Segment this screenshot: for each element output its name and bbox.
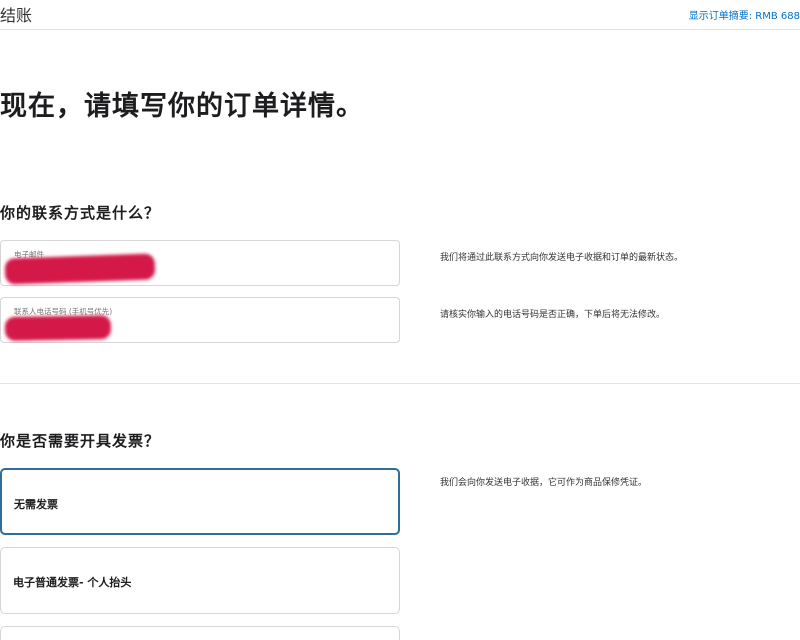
order-summary-link[interactable]: 显示订单摘要: RMB 688 (689, 7, 800, 22)
top-bar: 结账 显示订单摘要: RMB 688 (0, 0, 800, 30)
page-headline: 现在，请填写你的订单详情。 (0, 91, 364, 122)
phone-redaction (4, 315, 112, 341)
email-field[interactable]: 电子邮件 (0, 240, 400, 286)
contact-section-title: 你的联系方式是什么？ (0, 204, 161, 222)
phone-hint: 请核实你输入的电话号码是否正确，下单后将无法修改。 (440, 310, 666, 320)
invoice-section-title: 你是否需要开具发票？ (0, 432, 161, 450)
invoice-option-label: 电子普通发票- 个人抬头 (13, 576, 132, 589)
section-divider (0, 383, 800, 384)
checkout-title: 结账 (0, 6, 33, 25)
invoice-option-more[interactable] (0, 626, 400, 640)
phone-field[interactable]: 联系人电话号码 (手机号优先) (0, 297, 400, 343)
invoice-hint: 我们会向你发送电子收据，它可作为商品保修凭证。 (440, 478, 648, 488)
email-hint: 我们将通过此联系方式向你发送电子收据和订单的最新状态。 (440, 253, 684, 263)
invoice-option-personal[interactable]: 电子普通发票- 个人抬头 (0, 547, 400, 614)
checkout-page: 结账 显示订单摘要: RMB 688 现在，请填写你的订单详情。 你的联系方式是… (0, 0, 800, 640)
invoice-option-none[interactable]: 无需发票 (0, 468, 400, 535)
invoice-option-label: 无需发票 (14, 498, 58, 511)
email-redaction (4, 253, 156, 285)
